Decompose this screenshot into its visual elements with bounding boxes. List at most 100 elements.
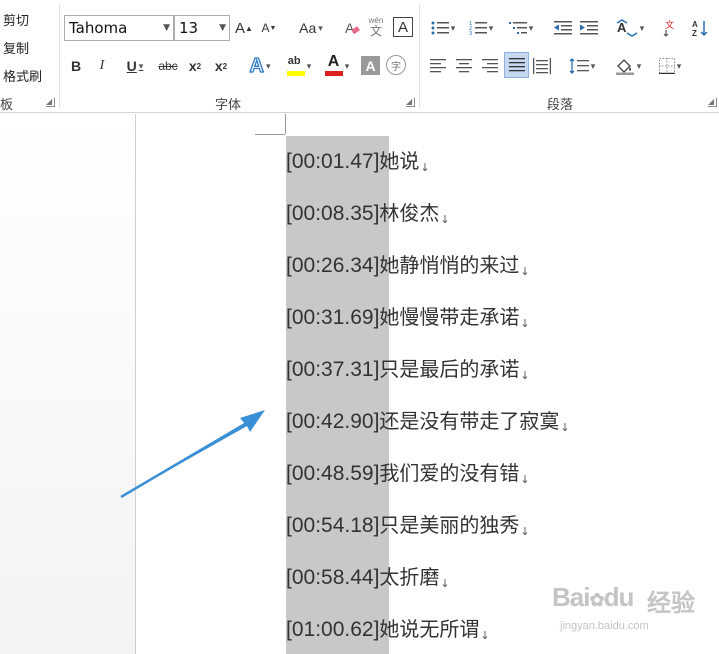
decrease-indent-button[interactable] [552,15,574,41]
char-scaling-icon: 文 [663,19,674,37]
watermark-brand-cn: 经验 [647,589,695,617]
font-color-button[interactable]: A [320,53,354,79]
paragraph-mark-icon: ↓ [560,421,570,434]
char-scaling-button[interactable]: 文 [660,15,682,41]
lyric-line[interactable]: [00:42.90]还是没有带走了寂寞↓ [286,406,570,436]
character-border-button[interactable]: A [393,17,413,37]
lyric-text: 她说 [379,149,420,173]
copy-button[interactable]: 复制 [3,38,29,57]
subscript-mark: 2 [196,61,202,71]
multilevel-list-button[interactable] [504,15,538,41]
character-shading-button[interactable]: A [361,56,380,75]
font-dialog-launcher-icon[interactable]: ◢ [406,98,415,107]
watermark-brand: Bai✿du [552,582,634,612]
paragraph-mark-icon: ↓ [520,525,530,538]
chevron-down-icon: ▼ [163,23,170,33]
navigation-pane [0,114,136,654]
sort-button[interactable]: A Z [690,15,712,41]
margin-corner-mark [255,134,285,135]
lyric-line[interactable]: [00:54.18]只是美丽的独秀↓ [286,510,530,540]
lyric-text: 她慢慢带走承诺 [379,305,520,329]
group-divider [419,4,420,108]
bullets-button[interactable] [426,15,460,41]
lyric-line[interactable]: [00:58.44]太折磨↓ [286,562,450,592]
enclose-characters-icon: 字 [391,61,401,73]
strikethrough-button[interactable]: abc [156,53,180,79]
font-size-value: 13 [179,19,199,37]
underline-button[interactable]: U [118,53,152,79]
superscript-button[interactable]: x2 [210,53,232,79]
bold-button[interactable]: B [66,53,86,79]
subscript-button[interactable]: x2 [184,53,206,79]
justify-button[interactable] [504,52,529,78]
font-name-combo[interactable]: Tahoma ▼ [64,15,174,41]
align-right-button[interactable] [479,53,501,79]
outdent-icon [554,21,572,35]
lyric-line[interactable]: [00:26.34]她静悄悄的来过↓ [286,250,530,280]
align-right-icon [482,59,498,73]
lyric-timestamp: [01:00.62] [286,618,380,641]
borders-button[interactable] [652,53,688,79]
sort-icon: A Z [692,20,708,37]
lyric-timestamp: [00:54.18] [286,514,380,537]
lyric-line[interactable]: [00:37.31]只是最后的承诺↓ [286,354,530,384]
shading-button[interactable] [610,53,646,79]
text-highlight-button[interactable]: ab [282,53,316,79]
cut-button[interactable]: 剪切 [3,10,29,29]
distributed-button[interactable] [531,53,553,79]
lyric-line[interactable]: [00:31.69]她慢慢带走承诺↓ [286,302,530,332]
shrink-font-button[interactable]: A ▼ [260,15,278,41]
numbered-list-icon: 1 2 3 [469,21,487,36]
distributed-icon [533,58,551,74]
change-case-button[interactable]: Aa [294,15,328,41]
lyric-text: 她静悄悄的来过 [379,253,520,277]
lyric-line[interactable]: [00:08.35]林俊杰↓ [286,198,450,228]
clipboard-dialog-launcher-icon[interactable]: ◢ [46,98,55,107]
lyric-timestamp: [00:37.31] [286,358,380,381]
lyric-text: 只是最后的承诺 [379,357,520,381]
character-border-icon: A [397,18,408,36]
lyric-line[interactable]: [00:48.59]我们爱的没有错↓ [286,458,530,488]
ribbon: 剪切 复制 格式刷 板 ◢ Tahoma ▼ 13 ▼ A▲ A▼ Aa A w… [0,0,719,113]
paint-bucket-icon [615,59,634,75]
italic-button[interactable]: I [92,53,112,79]
bold-icon: B [70,58,82,74]
grow-font-button[interactable]: A ▲ [235,15,253,41]
chinese-layout-button[interactable]: A [612,15,648,41]
lyric-line[interactable]: [00:01.47]她说↓ [286,146,430,176]
phonetic-guide-button[interactable]: wén 文 [366,13,386,39]
line-spacing-button[interactable] [564,53,600,79]
font-name-value: Tahoma [69,19,128,37]
indent-icon [580,21,598,35]
clear-formatting-button[interactable]: A [342,15,362,41]
lyric-line[interactable]: [01:00.62]她说无所谓↓ [286,614,490,644]
text-effects-icon: A [249,54,265,77]
eraser-icon: A [345,20,360,36]
align-center-button[interactable] [453,53,475,79]
svg-text:文: 文 [665,19,674,31]
highlight-text-label: ab [287,55,301,67]
lyric-timestamp: [00:58.44] [286,566,380,589]
numbering-button[interactable]: 1 2 3 [464,15,498,41]
enclose-characters-button[interactable]: 字 [386,55,406,75]
font-size-combo[interactable]: 13 ▼ [174,15,230,41]
text-effects-button[interactable]: A [244,53,276,79]
grow-font-icon: A [235,19,246,37]
bullet-list-icon [431,21,449,35]
lyric-text: 还是没有带走了寂寞 [379,409,560,433]
increase-indent-button[interactable] [578,15,600,41]
lyric-text: 太折磨 [379,565,440,589]
paragraph-group-label: 段落 [547,98,574,113]
change-case-icon: Aa [299,20,317,36]
paragraph-mark-icon: ↓ [480,629,490,642]
format-painter-button[interactable]: 格式刷 [3,66,42,85]
lyric-timestamp: [00:26.34] [286,254,380,277]
lyric-timestamp: [00:01.47] [286,150,380,173]
paragraph-dialog-launcher-icon[interactable]: ◢ [708,98,717,107]
clipboard-group-label: 板 [0,98,14,113]
group-divider [59,4,60,108]
phonetic-bottom-label: 文 [369,24,382,38]
line-spacing-icon [569,58,589,74]
paragraph-mark-icon: ↓ [520,265,530,278]
align-left-button[interactable] [427,53,449,79]
